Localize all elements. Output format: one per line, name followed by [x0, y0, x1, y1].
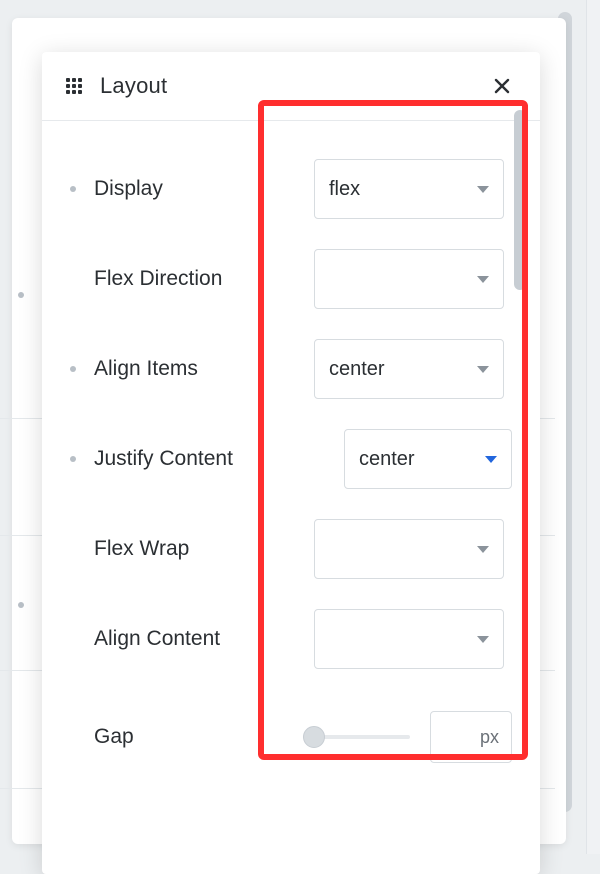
browser-scrollbar[interactable] [586, 0, 600, 854]
chevron-down-icon [477, 546, 489, 553]
close-button[interactable] [488, 72, 516, 100]
row-label: Justify Content [94, 447, 314, 471]
flex-direction-select[interactable] [314, 249, 504, 309]
row-flex-wrap: Flex Wrap [70, 489, 512, 579]
row-label: Align Content [94, 627, 314, 651]
row-label: Flex Wrap [94, 537, 314, 561]
bullet-dot-icon [18, 292, 24, 298]
chevron-down-icon [485, 456, 497, 463]
row-label: Display [94, 177, 314, 201]
row-align-content: Align Content [70, 579, 512, 669]
panel-title: Layout [100, 73, 167, 99]
row-align-items: Align Items center [70, 309, 512, 399]
gap-slider[interactable] [314, 735, 410, 739]
row-flex-direction: Flex Direction [70, 219, 512, 309]
modified-dot-icon [70, 456, 76, 462]
modified-dot-icon [70, 186, 76, 192]
select-value: center [329, 358, 477, 381]
row-gap: Gap px [70, 669, 512, 763]
gap-unit-select[interactable]: px [430, 711, 512, 763]
chevron-down-icon [477, 366, 489, 373]
panel-header: Layout [42, 52, 540, 121]
justify-content-select[interactable]: center [344, 429, 512, 489]
chevron-down-icon [477, 186, 489, 193]
slider-thumb[interactable] [303, 726, 325, 748]
layout-panel: Layout Display flex Flex Direction [42, 52, 540, 874]
row-label: Align Items [94, 357, 314, 381]
grid-icon [66, 78, 82, 94]
align-items-select[interactable]: center [314, 339, 504, 399]
display-select[interactable]: flex [314, 159, 504, 219]
row-label: Flex Direction [94, 267, 314, 291]
select-value: center [359, 448, 485, 471]
flex-wrap-select[interactable] [314, 519, 504, 579]
row-display: Display flex [70, 129, 512, 219]
row-justify-content: Justify Content center [70, 399, 512, 489]
chevron-down-icon [477, 636, 489, 643]
close-icon [492, 76, 512, 96]
unit-label: px [480, 727, 499, 748]
select-value: flex [329, 178, 477, 201]
chevron-down-icon [477, 276, 489, 283]
bullet-dot-icon [18, 602, 24, 608]
modified-dot-icon [70, 366, 76, 372]
align-content-select[interactable] [314, 609, 504, 669]
row-label: Gap [94, 725, 314, 749]
panel-body: Display flex Flex Direction Align Items … [42, 121, 540, 789]
